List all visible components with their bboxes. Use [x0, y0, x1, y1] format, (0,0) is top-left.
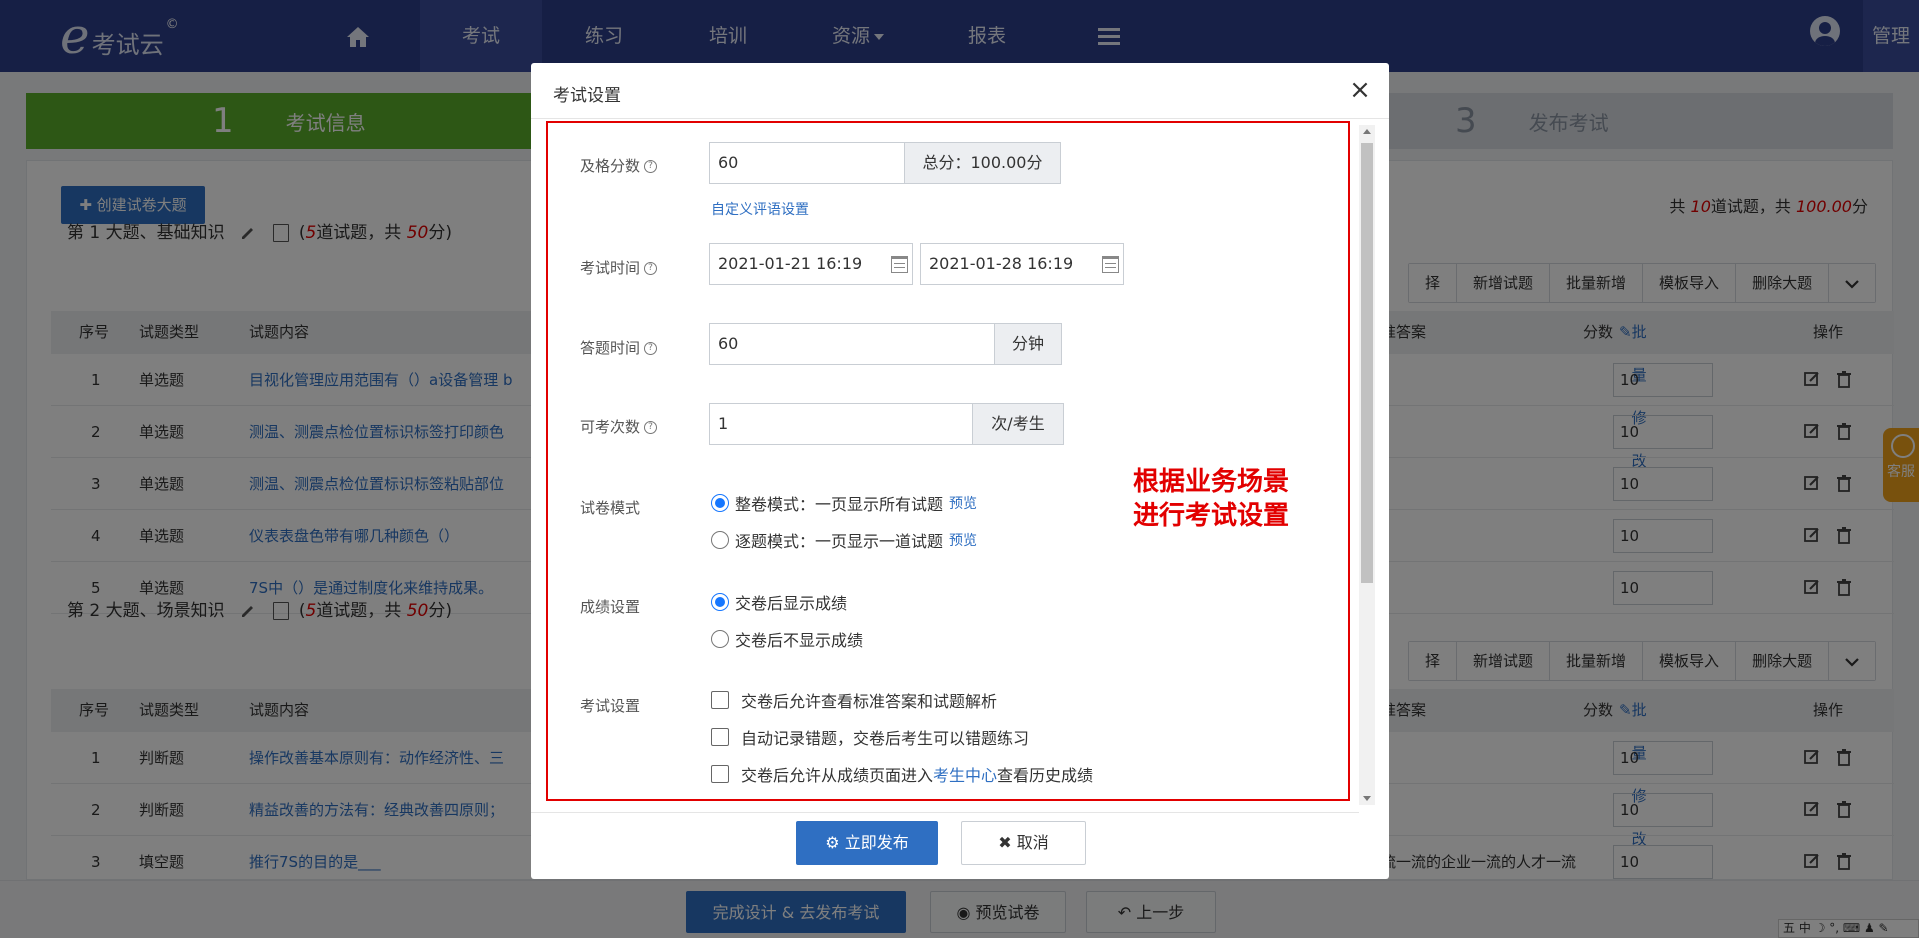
- total-score-addon: 总分：100.00分: [904, 142, 1061, 184]
- score-hide-text: 交卷后不显示成绩: [735, 631, 864, 650]
- calendar-icon[interactable]: [891, 256, 908, 273]
- radio-unchecked[interactable]: [711, 531, 729, 549]
- checkbox[interactable]: [711, 765, 729, 783]
- annotation-line-1: 根据业务场景: [1133, 467, 1290, 497]
- score-settings-label: 成绩设置: [580, 598, 641, 616]
- pass-score-label: 及格分数?: [580, 155, 658, 176]
- publish-now-label: 立即发布: [844, 833, 909, 852]
- help-icon[interactable]: ?: [644, 421, 658, 434]
- help-icon[interactable]: ?: [644, 262, 658, 275]
- answer-time-label: 答题时间?: [580, 337, 658, 358]
- attempts-text: 可考次数: [580, 418, 641, 436]
- option-view-answers-text: 交卷后允许查看标准答案和试题解析: [741, 692, 998, 711]
- scroll-up-arrow-icon[interactable]: [1363, 129, 1371, 134]
- score-show-text: 交卷后显示成绩: [735, 594, 848, 613]
- mode-single-text: 逐题模式：一页显示一道试题: [735, 532, 944, 551]
- answer-time-input[interactable]: 60: [709, 323, 995, 365]
- header-divider: [531, 118, 1389, 119]
- score-show-option[interactable]: 交卷后显示成绩: [711, 590, 847, 614]
- gear-icon: ⚙: [825, 833, 845, 852]
- option-history-pre: 交卷后允许从成绩页面进入: [741, 766, 934, 785]
- answer-time-unit: 分钟: [994, 323, 1062, 365]
- cancel-label: 取消: [1016, 833, 1049, 852]
- option-history-post: 查看历史成绩: [997, 766, 1094, 785]
- exam-options-label: 考试设置: [580, 697, 641, 715]
- attempts-input[interactable]: 1: [709, 403, 973, 445]
- end-time-input[interactable]: 2021-01-28 16:19: [920, 243, 1124, 285]
- mode-full-text: 整卷模式：一页显示所有试题: [735, 495, 944, 514]
- option-record-errors-text: 自动记录错题，交卷后考生可以错题练习: [741, 729, 1030, 748]
- mode-full-preview-link[interactable]: 预览: [949, 493, 977, 513]
- custom-comment-link[interactable]: 自定义评语设置: [711, 199, 809, 219]
- close-icon[interactable]: ×: [1347, 77, 1373, 103]
- score-hide-option[interactable]: 交卷后不显示成绩: [711, 627, 863, 651]
- option-history-score[interactable]: 交卷后允许从成绩页面进入 考生中心 查看历史成绩: [711, 762, 1093, 786]
- scroll-down-arrow-icon[interactable]: [1363, 796, 1371, 801]
- attempts-unit: 次/考生: [972, 403, 1064, 445]
- checkbox[interactable]: [711, 691, 729, 709]
- candidate-center-link[interactable]: 考生中心: [933, 762, 997, 786]
- help-icon[interactable]: ?: [644, 342, 658, 355]
- publish-now-button[interactable]: ⚙ 立即发布: [796, 821, 938, 865]
- close-x-icon: ✖: [998, 833, 1017, 852]
- annotation-line-2: 进行考试设置: [1133, 501, 1290, 531]
- cancel-button[interactable]: ✖ 取消: [961, 821, 1086, 865]
- exam-settings-dialog: 考试设置 × 及格分数? 60 总分：100.00分 自定义评语设置 考试时间?…: [531, 63, 1389, 879]
- start-time-input[interactable]: 2021-01-21 16:19: [709, 243, 913, 285]
- dialog-body: 及格分数? 60 总分：100.00分 自定义评语设置 考试时间? 2021-0…: [546, 121, 1372, 811]
- help-icon[interactable]: ?: [644, 160, 658, 173]
- mode-single-preview-link[interactable]: 预览: [949, 530, 977, 550]
- dialog-title: 考试设置: [553, 86, 621, 106]
- radio-checked[interactable]: [711, 593, 729, 611]
- highlight-box: 及格分数? 60 总分：100.00分 自定义评语设置 考试时间? 2021-0…: [546, 121, 1350, 801]
- paper-mode-label: 试卷模式: [580, 499, 641, 517]
- dialog-scrollbar[interactable]: [1359, 125, 1375, 805]
- option-view-answers[interactable]: 交卷后允许查看标准答案和试题解析: [711, 688, 997, 712]
- radio-checked[interactable]: [711, 494, 729, 512]
- checkbox[interactable]: [711, 728, 729, 746]
- scroll-thumb[interactable]: [1361, 143, 1373, 583]
- mode-full-option[interactable]: 整卷模式：一页显示所有试题 预览: [711, 491, 977, 515]
- pass-score-input[interactable]: 60: [709, 142, 905, 184]
- option-record-errors[interactable]: 自动记录错题，交卷后考生可以错题练习: [711, 725, 1029, 749]
- annotation: 根据业务场景 进行考试设置: [1133, 465, 1289, 533]
- answer-time-text: 答题时间: [580, 339, 641, 357]
- attempts-label: 可考次数?: [580, 416, 658, 437]
- end-time-value: 2021-01-28 16:19: [929, 254, 1074, 273]
- calendar-icon[interactable]: [1102, 256, 1119, 273]
- exam-time-text: 考试时间: [580, 259, 641, 277]
- footer-divider: [531, 812, 1359, 813]
- exam-time-label: 考试时间?: [580, 257, 658, 278]
- mode-single-option[interactable]: 逐题模式：一页显示一道试题 预览: [711, 528, 977, 552]
- pass-score-text: 及格分数: [580, 157, 641, 175]
- radio-unchecked[interactable]: [711, 630, 729, 648]
- start-time-value: 2021-01-21 16:19: [718, 254, 863, 273]
